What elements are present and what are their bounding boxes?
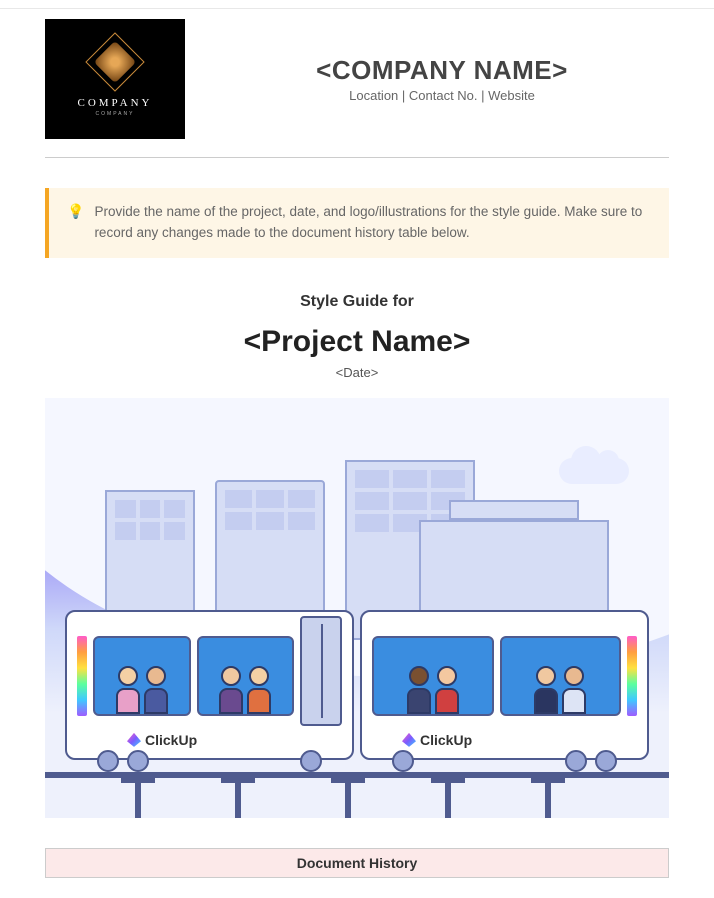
clickup-brand-label: ClickUp (127, 732, 197, 748)
train-car: ClickUp (65, 610, 354, 760)
train-window (372, 636, 494, 716)
train-window (93, 636, 191, 716)
document-header: COMPANY COMPANY <COMPANY NAME> Location … (45, 19, 669, 158)
logo-diamond-icon (85, 32, 144, 91)
document-history-header[interactable]: Document History (45, 848, 669, 878)
train-car: ClickUp (360, 610, 649, 760)
clickup-text: ClickUp (420, 732, 472, 748)
train-window (500, 636, 622, 716)
wheel-icon (97, 750, 119, 772)
pillar-icon (235, 778, 241, 818)
logo-text: COMPANY (77, 97, 152, 109)
train-window (197, 636, 295, 716)
callout-text[interactable]: Provide the name of the project, date, a… (94, 202, 651, 244)
date-placeholder[interactable]: <Date> (45, 365, 669, 380)
company-name[interactable]: <COMPANY NAME> (215, 55, 669, 86)
lightbulb-icon: 💡 (67, 202, 84, 244)
wheel-icon (595, 750, 617, 772)
pillar-icon (135, 778, 141, 818)
document-page: COMPANY COMPANY <COMPANY NAME> Location … (0, 8, 714, 898)
company-subline[interactable]: Location | Contact No. | Website (215, 88, 669, 103)
pillar-icon (545, 778, 551, 818)
wheel-icon (565, 750, 587, 772)
pillar-icon (345, 778, 351, 818)
train-door-icon (300, 616, 342, 726)
project-name[interactable]: <Project Name> (45, 325, 669, 359)
train-illustration: ClickUp (65, 610, 649, 760)
wheel-icon (127, 750, 149, 772)
hero-illustration[interactable]: ClickUp (45, 398, 669, 818)
logo-subtext: COMPANY (96, 111, 135, 117)
clickup-text: ClickUp (145, 732, 197, 748)
instruction-callout: 💡 Provide the name of the project, date,… (45, 188, 669, 258)
header-text-block: <COMPANY NAME> Location | Contact No. | … (215, 55, 669, 103)
building-roof-icon (449, 500, 579, 520)
title-block: Style Guide for <Project Name> <Date> (45, 293, 669, 380)
clickup-brand-label: ClickUp (402, 732, 472, 748)
clickup-icon (127, 733, 141, 747)
wheel-icon (392, 750, 414, 772)
cloud-icon (559, 458, 629, 484)
rainbow-stripe-icon (627, 636, 637, 716)
company-logo: COMPANY COMPANY (45, 19, 185, 139)
rainbow-stripe-icon (77, 636, 87, 716)
style-guide-for-label[interactable]: Style Guide for (45, 293, 669, 311)
pillar-icon (445, 778, 451, 818)
clickup-icon (402, 733, 416, 747)
wheel-icon (300, 750, 322, 772)
